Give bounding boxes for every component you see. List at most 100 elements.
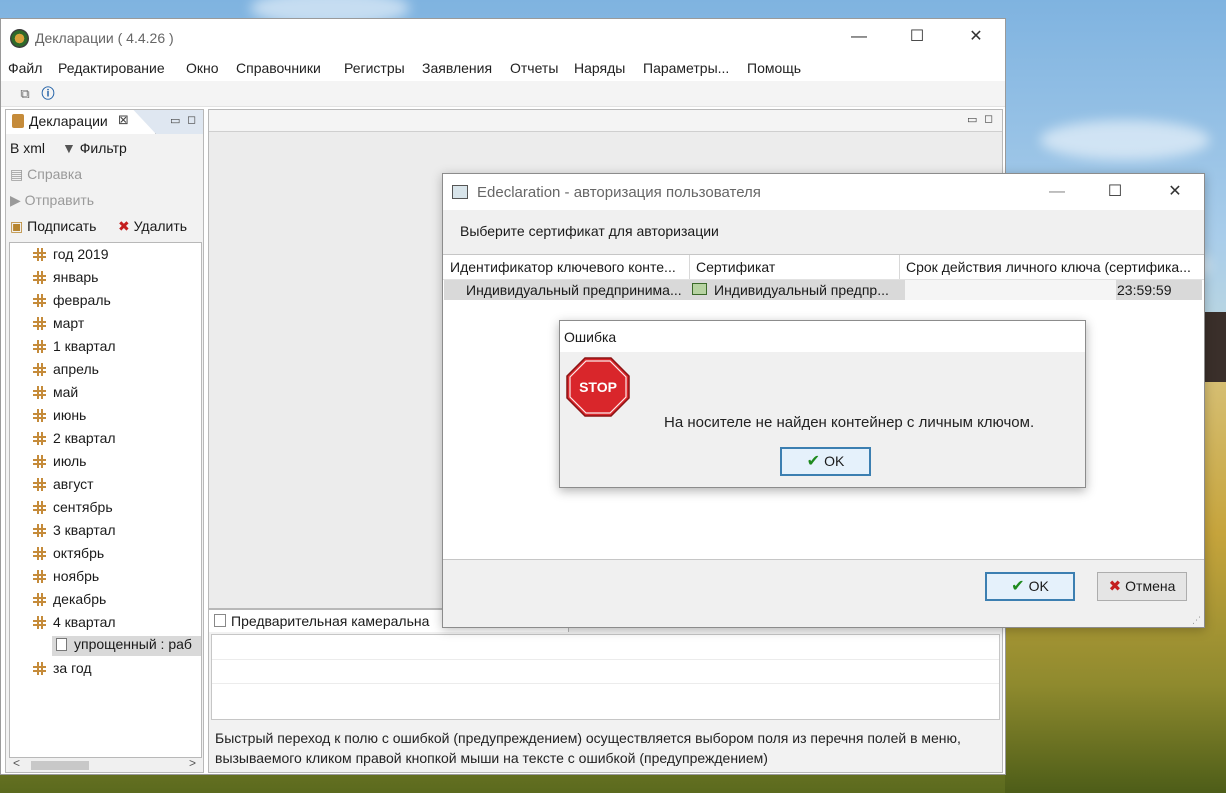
declarations-tab-icon bbox=[12, 114, 24, 128]
scroll-left-icon[interactable]: < bbox=[13, 756, 20, 770]
period-icon bbox=[33, 317, 46, 330]
help-action[interactable]: ▤ Справка bbox=[10, 166, 82, 183]
tree-item-label: 3 квартал bbox=[53, 522, 116, 538]
auth-cancel-label: Отмена bbox=[1125, 578, 1176, 594]
tree-item[interactable]: 3 квартал bbox=[33, 522, 116, 542]
desktop-house bbox=[1204, 312, 1226, 382]
column-divider[interactable] bbox=[689, 255, 690, 279]
menu-help[interactable]: Помощь bbox=[747, 60, 801, 76]
error-message: На носителе не найден контейнер с личным… bbox=[664, 414, 1035, 431]
tab-close-icon[interactable]: ⊠ bbox=[118, 112, 129, 128]
period-icon bbox=[33, 662, 46, 675]
column-header-certificate[interactable]: Сертификат bbox=[696, 259, 896, 275]
error-dialog: Ошибка STOP На носителе не найден контей… bbox=[559, 320, 1086, 488]
auth-cancel-button[interactable]: ✖ Отмена bbox=[1097, 572, 1187, 601]
filter-icon: ▼ bbox=[62, 140, 76, 156]
menu-reports[interactable]: Отчеты bbox=[510, 60, 558, 76]
tree-item[interactable]: 2 квартал bbox=[33, 430, 116, 450]
row-expiry-cell: 23:59:59 bbox=[1117, 282, 1172, 298]
tree-item-year[interactable]: год 2019 bbox=[33, 246, 108, 266]
tree-item-label: год 2019 bbox=[53, 246, 109, 262]
tree-item-label: 4 квартал bbox=[53, 614, 116, 630]
period-icon bbox=[33, 294, 46, 307]
period-icon bbox=[33, 432, 46, 445]
documents-icon[interactable]: ⧉ bbox=[17, 86, 33, 102]
column-header-container[interactable]: Идентификатор ключевого конте... bbox=[450, 259, 688, 275]
column-divider[interactable] bbox=[899, 255, 900, 279]
minimize-button[interactable]: — bbox=[849, 27, 869, 47]
tree-item-label: февраль bbox=[53, 292, 111, 308]
menu-parameters[interactable]: Параметры... bbox=[643, 60, 729, 76]
tree-item[interactable]: апрель bbox=[33, 361, 99, 381]
auth-close-button[interactable]: ✕ bbox=[1165, 182, 1185, 202]
tree-item[interactable]: февраль bbox=[33, 292, 111, 312]
auth-maximize-button[interactable]: ☐ bbox=[1105, 182, 1125, 202]
column-header-expiry[interactable]: Срок действия личного ключа (сертифика..… bbox=[906, 259, 1198, 275]
close-button[interactable]: ✕ bbox=[966, 27, 986, 47]
scroll-right-icon[interactable]: > bbox=[189, 756, 196, 770]
period-icon bbox=[33, 524, 46, 537]
tree-item[interactable]: август bbox=[33, 476, 94, 496]
tree-item[interactable]: ноябрь bbox=[33, 568, 99, 588]
certificate-row[interactable]: Индивидуальный предпринима... Индивидуал… bbox=[444, 280, 1202, 300]
tree-item-label: октябрь bbox=[53, 545, 105, 561]
review-panel: Предварительная камеральна Быстрый перех… bbox=[208, 609, 1003, 773]
tree-item[interactable]: 4 квартал bbox=[33, 614, 116, 634]
tree-item-label: январь bbox=[53, 269, 99, 285]
period-icon bbox=[33, 455, 46, 468]
tree-item[interactable]: октябрь bbox=[33, 545, 104, 565]
scroll-thumb[interactable] bbox=[31, 761, 89, 770]
filter-action[interactable]: ▼ Фильтр bbox=[62, 140, 127, 156]
period-icon bbox=[33, 593, 46, 606]
pane-minimize-icon[interactable]: ▭ bbox=[170, 114, 180, 127]
certificate-icon bbox=[692, 283, 707, 295]
tree-item[interactable]: март bbox=[33, 315, 84, 335]
menu-applications[interactable]: Заявления bbox=[422, 60, 492, 76]
tree-item[interactable]: июнь bbox=[33, 407, 86, 427]
tree-item-label: упрощенный : раб bbox=[74, 636, 192, 652]
auth-dialog-title: Edeclaration - авторизация пользователя bbox=[477, 184, 761, 201]
pane-maximize-icon[interactable]: ◻ bbox=[984, 112, 993, 125]
error-ok-button[interactable]: ✔ OK bbox=[780, 447, 871, 476]
declarations-tab[interactable]: Декларации ⊠ bbox=[6, 110, 156, 134]
auth-minimize-button[interactable]: — bbox=[1047, 182, 1067, 202]
tree-item[interactable]: июль bbox=[33, 453, 86, 473]
row-container-cell: Индивидуальный предпринима... bbox=[466, 282, 682, 298]
tree-item[interactable]: январь bbox=[33, 269, 98, 289]
delete-label: Удалить bbox=[133, 218, 188, 234]
tree-item-label: сентябрь bbox=[53, 499, 113, 515]
menu-orders[interactable]: Наряды bbox=[574, 60, 625, 76]
tree-item[interactable]: 1 квартал bbox=[33, 338, 116, 358]
tree-item-simplified[interactable]: упрощенный : раб bbox=[52, 636, 201, 656]
menu-references[interactable]: Справочники bbox=[236, 60, 321, 76]
tree-item[interactable]: май bbox=[33, 384, 78, 404]
play-icon: ▶ bbox=[10, 192, 21, 208]
send-action[interactable]: ▶ Отправить bbox=[10, 192, 94, 209]
period-icon bbox=[33, 386, 46, 399]
delete-action[interactable]: ✖ Удалить bbox=[118, 218, 187, 235]
info-icon[interactable]: ⓘ bbox=[40, 86, 56, 102]
to-xml-action[interactable]: В xml bbox=[10, 140, 45, 156]
menu-registers[interactable]: Регистры bbox=[344, 60, 405, 76]
tree-item-label: 1 квартал bbox=[53, 338, 116, 354]
tree-item-label: июль bbox=[53, 453, 87, 469]
cross-icon: ✖ bbox=[1108, 578, 1122, 595]
auth-ok-button[interactable]: ✔ OK bbox=[985, 572, 1075, 601]
declarations-tab-label: Декларации bbox=[29, 113, 108, 129]
menu-file[interactable]: Файл bbox=[8, 60, 42, 76]
resize-grip-icon[interactable]: ⋰ bbox=[1192, 615, 1202, 625]
tree-horizontal-scrollbar[interactable]: < > bbox=[9, 756, 202, 772]
menu-edit[interactable]: Редактирование bbox=[58, 60, 165, 76]
tree-item[interactable]: декабрь bbox=[33, 591, 106, 611]
messages-list bbox=[211, 634, 1000, 720]
period-icon bbox=[33, 271, 46, 284]
tree-item-full-year[interactable]: за год bbox=[33, 660, 92, 680]
pane-minimize-icon[interactable]: ▭ bbox=[967, 113, 977, 126]
maximize-button[interactable]: ☐ bbox=[907, 27, 927, 47]
auth-ok-label: OK bbox=[1028, 578, 1049, 594]
tree-item[interactable]: сентябрь bbox=[33, 499, 113, 519]
menu-window[interactable]: Окно bbox=[186, 60, 219, 76]
pane-maximize-icon[interactable]: ◻ bbox=[187, 113, 196, 126]
row-certificate-cell: Индивидуальный предпр... bbox=[714, 282, 889, 298]
sign-action[interactable]: ▣ Подписать bbox=[10, 218, 96, 235]
